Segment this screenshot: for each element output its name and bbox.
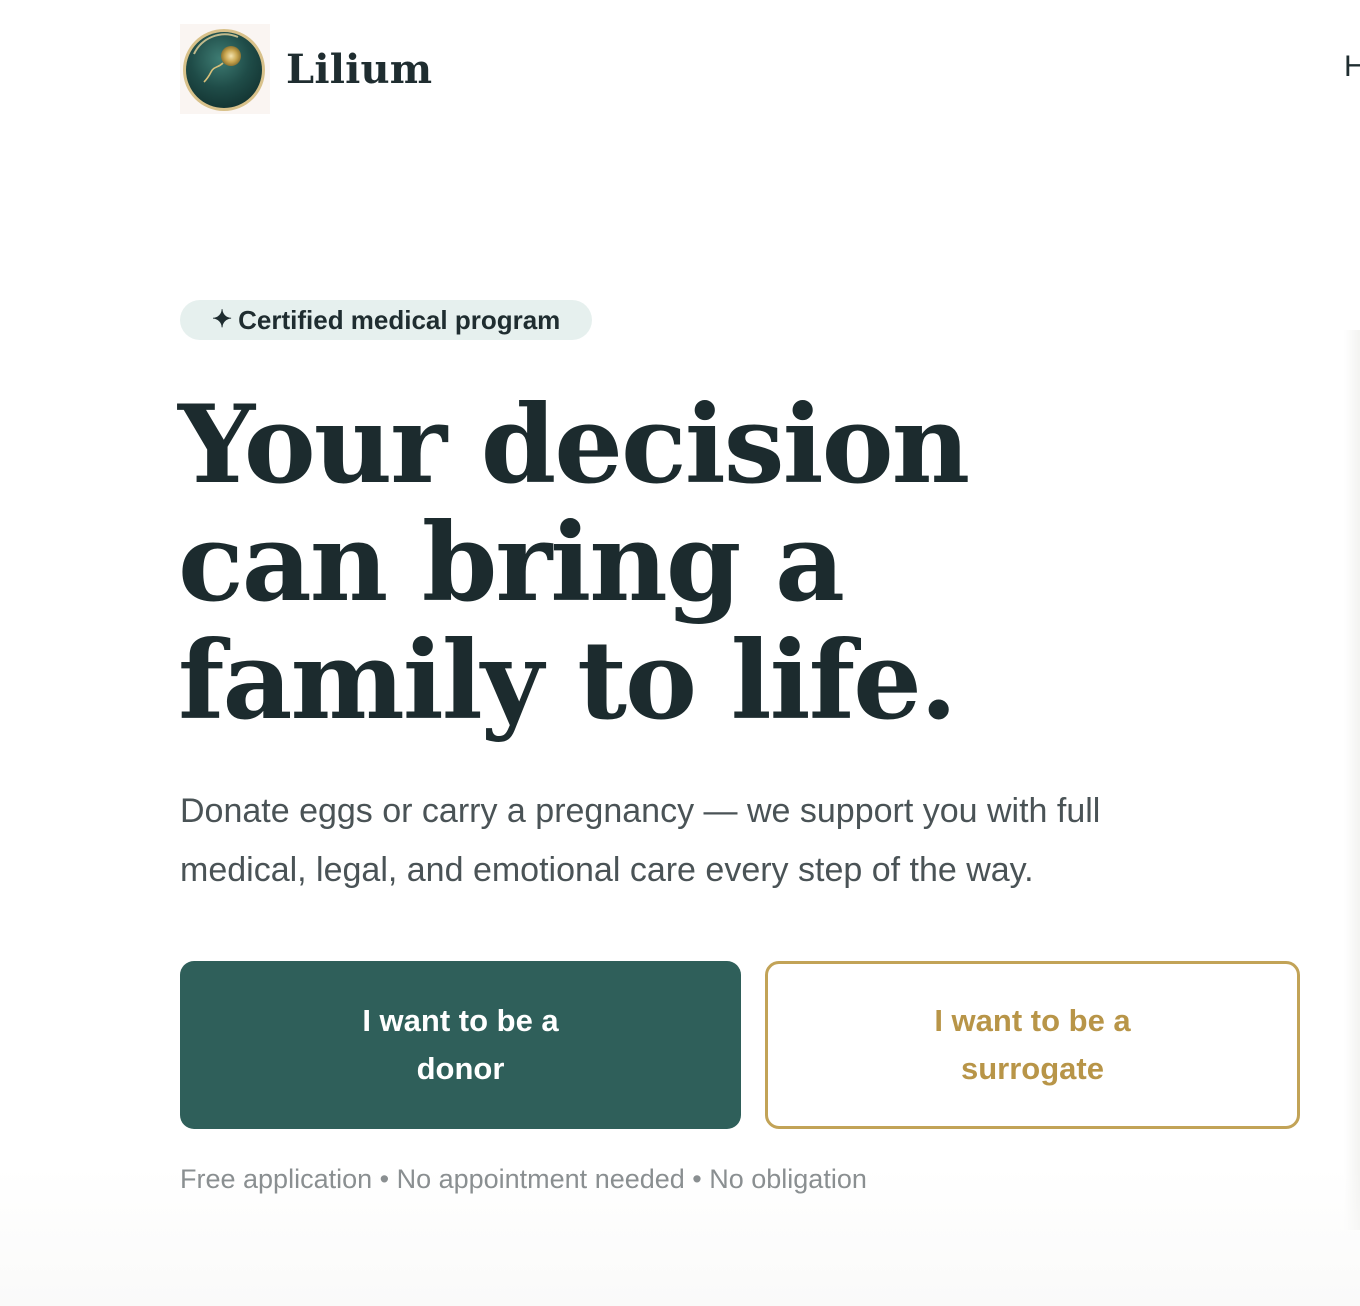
donor-cta-button[interactable]: I want to be a donor [180,961,741,1129]
donor-cta-label: I want to be a donor [362,1003,559,1086]
sparkle-icon: ✦ [212,306,233,333]
brand-name: Lilium [286,45,433,93]
hero-subtitle: Donate eggs or carry a pregnancy — we su… [180,792,1101,889]
orb-logo-icon [180,24,270,114]
site-header: Lilium [180,24,432,114]
home-logo-link[interactable]: Lilium [180,24,432,114]
certified-badge: ✦ Certified medical program [180,300,593,340]
surrogate-cta-label: I want to be a surrogate [934,1003,1131,1086]
nav-item-home[interactable]: H [1344,50,1360,84]
hero-headline: Your decision can bring a family to life… [178,382,970,744]
badge-label: Certified medical program [238,304,561,335]
surrogate-cta-button[interactable]: I want to be a surrogate [765,961,1300,1129]
side-panel-edge [1344,330,1360,1230]
reassurance-note: Free application • No appointment needed… [180,1164,867,1194]
